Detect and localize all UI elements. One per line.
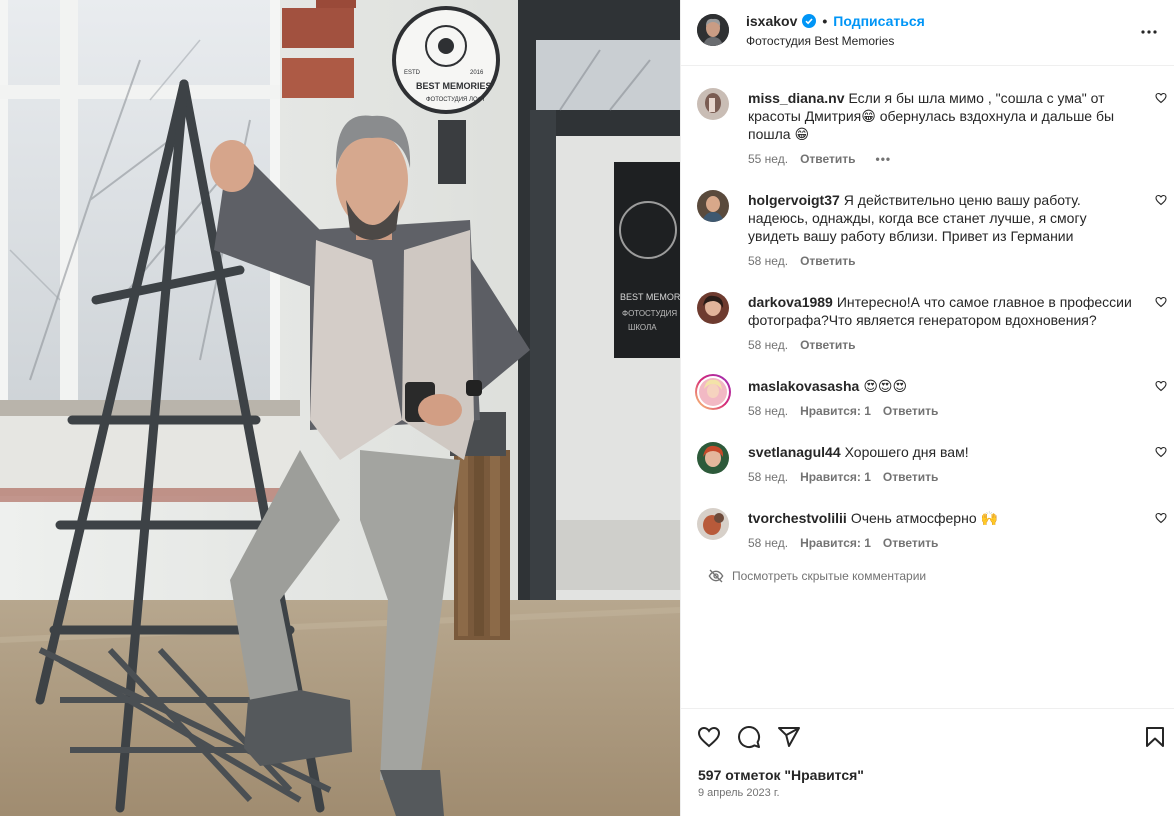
comment-text: 😍😍😍 — [863, 378, 908, 394]
follow-button[interactable]: Подписаться — [833, 13, 925, 29]
comment-meta: 58 нед. Ответить — [748, 336, 1138, 354]
reply-button[interactable]: Ответить — [800, 252, 855, 270]
comment-time[interactable]: 58 нед. — [748, 252, 788, 270]
post-photo[interactable]: BEST MEMORIES ФОТОСТУДИЯ ШКОЛА ESTD 2016… — [0, 0, 680, 816]
verified-badge-icon — [802, 14, 817, 28]
eye-off-icon — [708, 569, 724, 583]
photo-board-brand: BEST MEMORIES — [620, 292, 680, 302]
reply-button[interactable]: Ответить — [800, 336, 855, 354]
commenter-avatar[interactable] — [697, 190, 729, 222]
header-separator: • — [822, 13, 828, 29]
bookmark-icon[interactable] — [1143, 725, 1167, 749]
reply-button[interactable]: Ответить — [883, 468, 938, 486]
post-side-panel: isxakov • Подписаться Фотостудия Best Me… — [680, 0, 1174, 816]
comment-like-heart-icon[interactable] — [1155, 296, 1167, 308]
comment-time[interactable]: 58 нед. — [748, 468, 788, 486]
comment-meta: 58 нед. Ответить — [748, 252, 1138, 270]
comment-meta: 58 нед. Нравится: 1 Ответить — [748, 534, 1138, 552]
photo-illustration: BEST MEMORIES ФОТОСТУДИЯ ШКОЛА ESTD 2016… — [0, 0, 680, 816]
post-actions: 597 отметок "Нравится" 9 апрель 2023 г. — [681, 708, 1174, 816]
commenter-avatar[interactable] — [697, 442, 729, 474]
comment-text: Очень атмосферно 🙌 — [850, 510, 998, 526]
comment-username[interactable]: darkova1989 — [748, 294, 833, 310]
photo-sign-brand: BEST MEMORIES — [416, 81, 492, 91]
comment-time[interactable]: 58 нед. — [748, 534, 788, 552]
photo-board-sub2: ШКОЛА — [628, 323, 657, 332]
comment-body: svetlanagul44 Хорошего дня вам! 58 нед. Н… — [748, 443, 1138, 486]
comment-body: maslakovasasha 😍😍😍 58 нед. Нравится: 1 От… — [748, 377, 1138, 420]
comment-username[interactable]: holgervoigt37 — [748, 192, 840, 208]
comment-like-heart-icon[interactable] — [1155, 446, 1167, 458]
comment-like-heart-icon[interactable] — [1155, 512, 1167, 524]
comment-likes[interactable]: Нравится: 1 — [800, 534, 871, 552]
comment-time[interactable]: 58 нед. — [748, 402, 788, 420]
comment-meta: 55 нед. Ответить ••• — [748, 150, 1138, 168]
comment-more-button[interactable]: ••• — [876, 150, 892, 168]
comments-list[interactable]: miss_diana.nv Если я бы шла мимо , "сошла… — [681, 66, 1174, 708]
commenter-avatar[interactable] — [697, 88, 729, 120]
heart-icon[interactable] — [697, 725, 721, 749]
photo-board-sub1: ФОТОСТУДИЯ — [622, 309, 677, 318]
comment-body: holgervoigt37 Я действительно ценю вашу р… — [748, 191, 1138, 270]
commenter-avatar-story-ring[interactable] — [694, 373, 732, 411]
photo-sign-year-right: 2016 — [470, 70, 484, 76]
post-header: isxakov • Подписаться Фотостудия Best Me… — [681, 0, 1174, 66]
comment-meta: 58 нед. Нравится: 1 Ответить — [748, 468, 1138, 486]
comment-username[interactable]: tvorchestvolilii — [748, 510, 847, 526]
comment-likes[interactable]: Нравится: 1 — [800, 468, 871, 486]
comment-body: tvorchestvolilii Очень атмосферно 🙌 58 не… — [748, 509, 1138, 552]
comment-username[interactable]: svetlanagul44 — [748, 444, 841, 460]
reply-button[interactable]: Ответить — [800, 150, 855, 168]
comment-like-heart-icon[interactable] — [1155, 380, 1167, 392]
comment-username[interactable]: miss_diana.nv — [748, 90, 845, 106]
post-location[interactable]: Фотостудия Best Memories — [746, 34, 894, 48]
comment-time[interactable]: 58 нед. — [748, 336, 788, 354]
comment-likes[interactable]: Нравится: 1 — [800, 402, 871, 420]
hidden-comments-label: Посмотреть скрытые комментарии — [732, 569, 927, 583]
view-hidden-comments-button[interactable]: Посмотреть скрытые комментарии — [708, 568, 926, 584]
reply-button[interactable]: Ответить — [883, 402, 938, 420]
reply-button[interactable]: Ответить — [883, 534, 938, 552]
photo-sign-sub: ФОТОСТУДИЯ ЛОФТ — [426, 97, 486, 103]
commenter-avatar[interactable] — [697, 292, 729, 324]
comment-icon[interactable] — [737, 725, 761, 749]
likes-count[interactable]: 597 отметок "Нравится" — [698, 767, 864, 783]
comment-username[interactable]: maslakovasasha — [748, 378, 859, 394]
comment-time[interactable]: 55 нед. — [748, 150, 788, 168]
more-icon — [1141, 30, 1157, 34]
share-icon[interactable] — [777, 725, 801, 749]
comment-meta: 58 нед. Нравится: 1 Ответить — [748, 402, 1138, 420]
more-options-button[interactable] — [1137, 20, 1161, 44]
author-avatar[interactable] — [697, 14, 729, 46]
comment-like-heart-icon[interactable] — [1155, 194, 1167, 206]
post-date[interactable]: 9 апрель 2023 г. — [698, 787, 780, 799]
comment-body: miss_diana.nv Если я бы шла мимо , "сошла… — [748, 89, 1138, 168]
commenter-avatar[interactable] — [697, 508, 729, 540]
comment-body: darkova1989 Интересно!А что самое главное… — [748, 293, 1138, 354]
author-username[interactable]: isxakov — [746, 13, 797, 29]
photo-sign-year-left: ESTD — [404, 70, 421, 76]
comment-like-heart-icon[interactable] — [1155, 92, 1167, 104]
comment-text: Хорошего дня вам! — [844, 444, 969, 460]
